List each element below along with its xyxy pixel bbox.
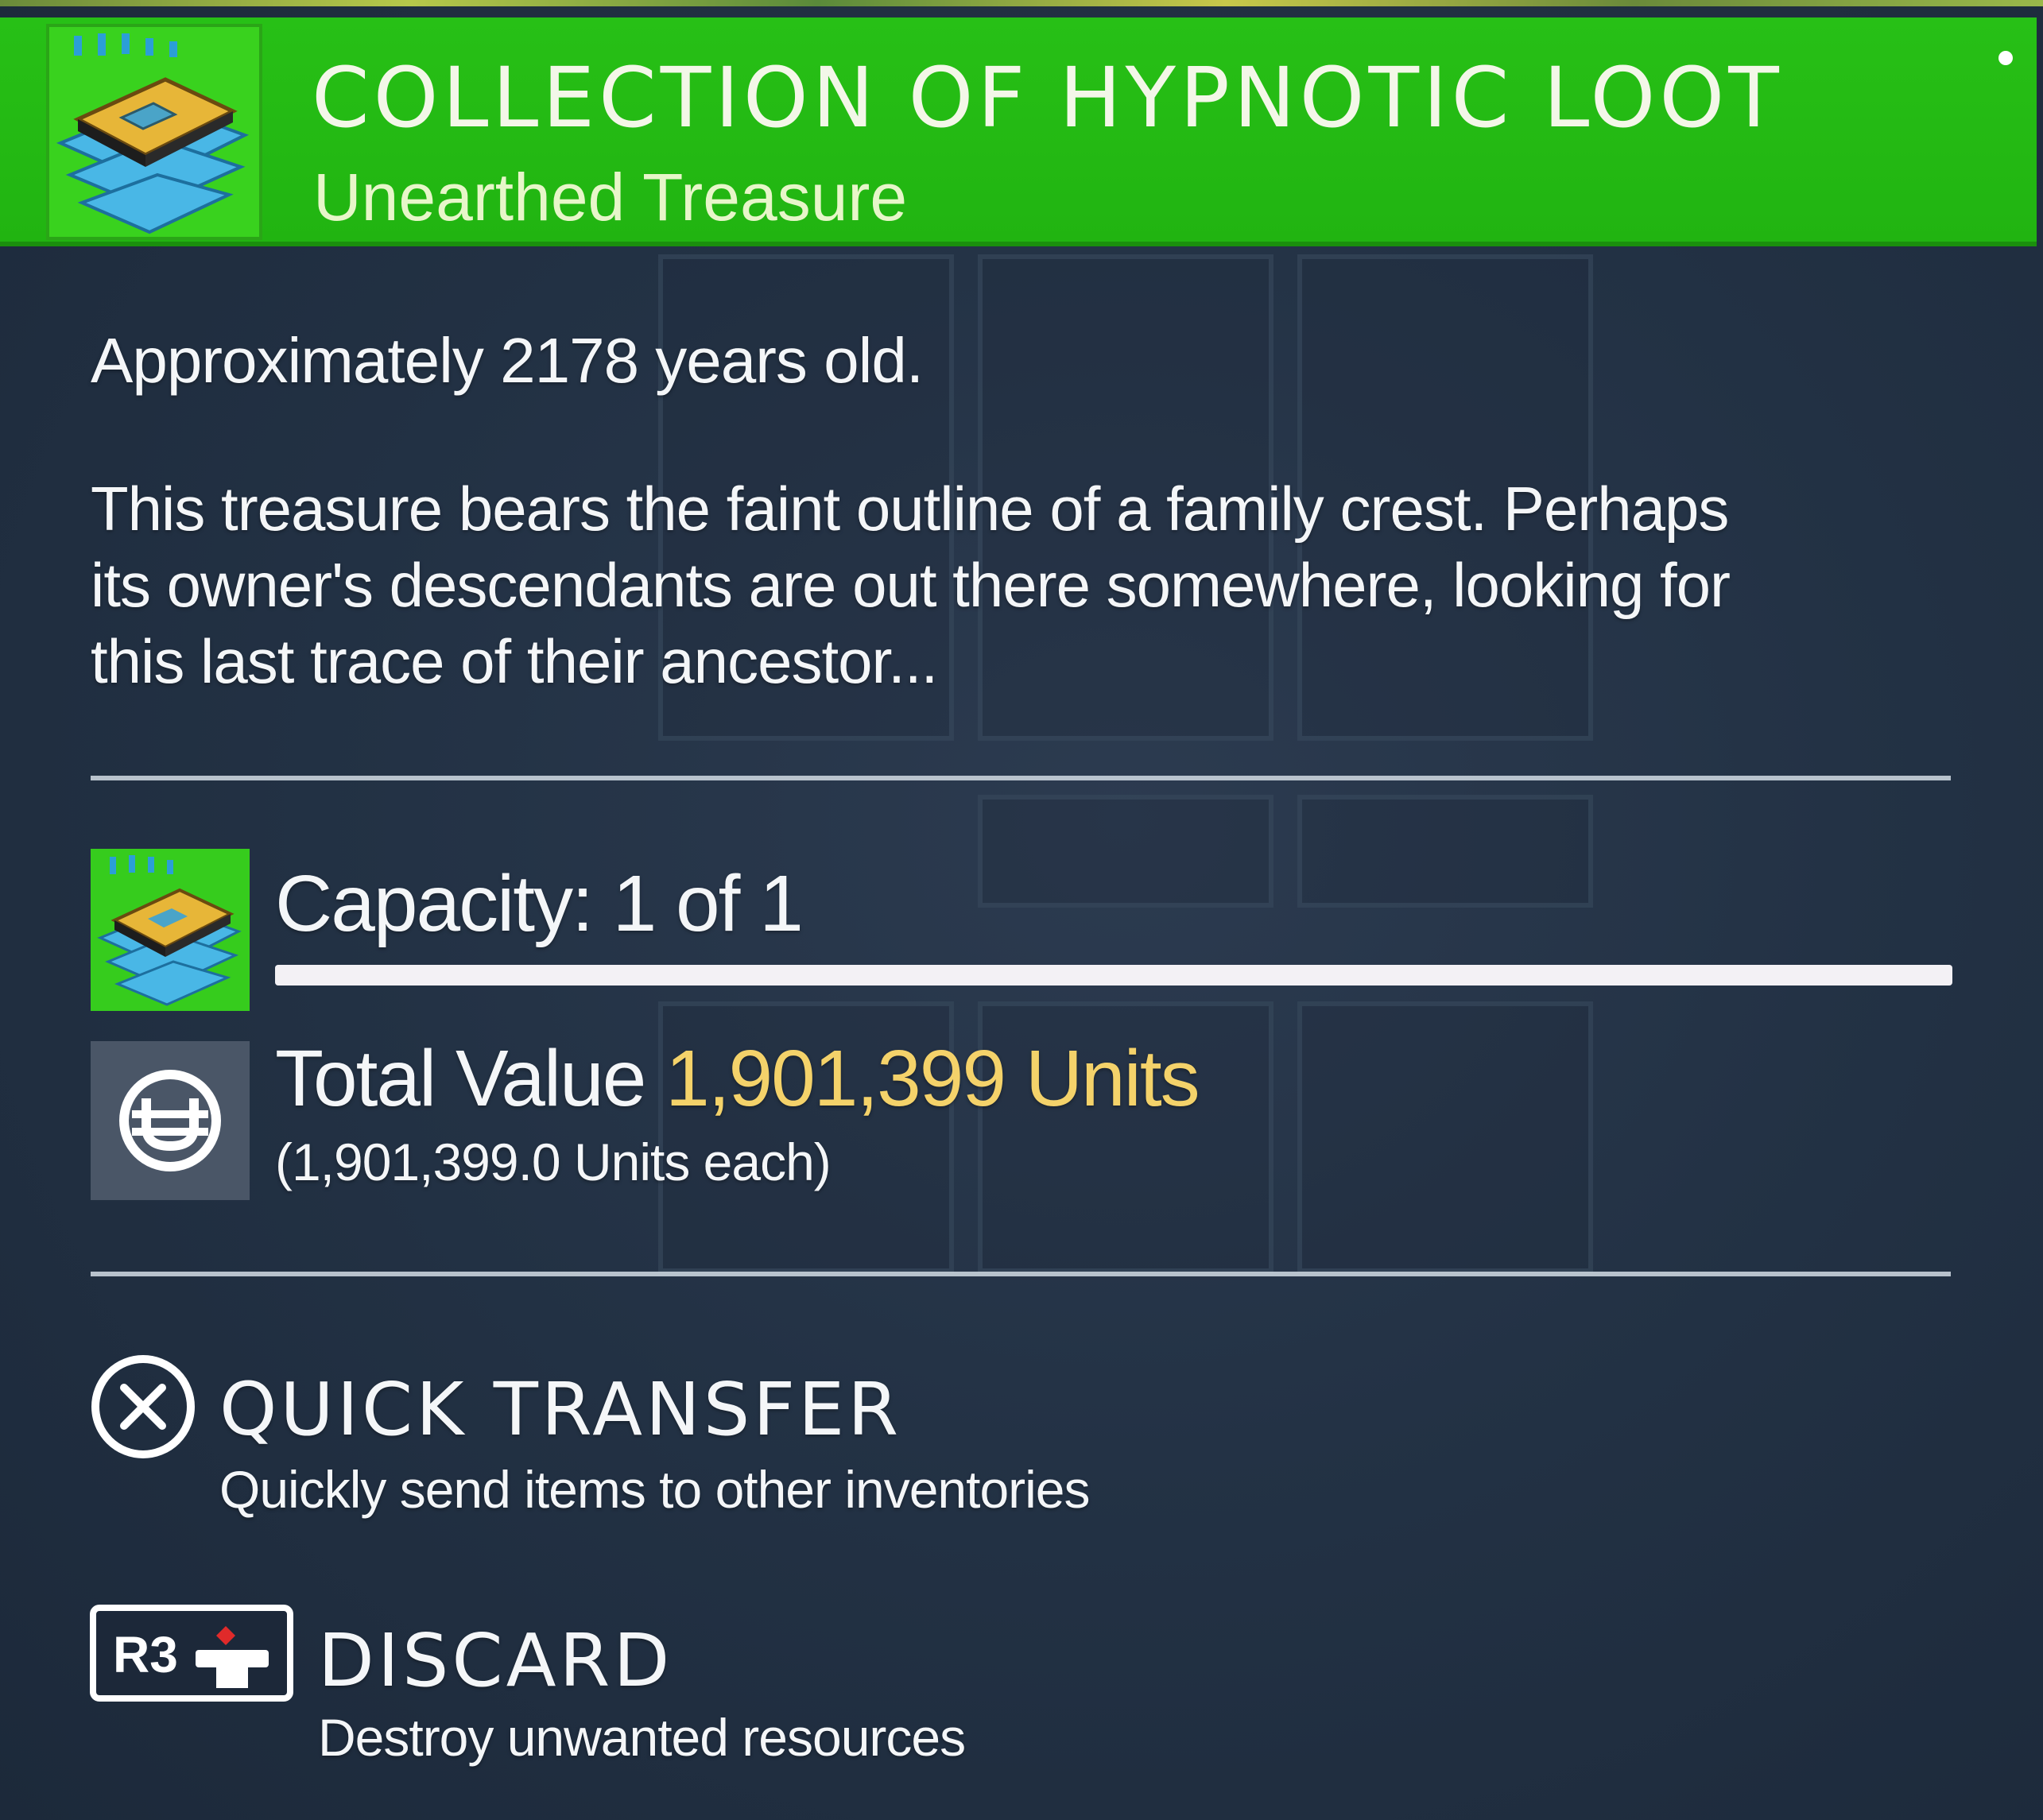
item-category: Unearthed Treasure: [313, 160, 908, 234]
discard-button[interactable]: DISCARD: [318, 1618, 673, 1703]
capacity-bar-fill: [275, 965, 1952, 986]
units-currency-icon: [91, 1041, 250, 1200]
item-age: Approximately 2178 years old.: [91, 325, 924, 396]
r3-button-icon[interactable]: R3: [89, 1604, 294, 1702]
r3-button-label: R3: [113, 1626, 178, 1683]
discard-description: Destroy unwanted resources: [318, 1708, 966, 1767]
capacity-bar: [275, 965, 1952, 986]
background-slot: [1297, 1001, 1593, 1273]
total-value-label: Total Value: [275, 1034, 646, 1123]
cross-button-icon[interactable]: [89, 1353, 197, 1461]
total-value-amount: 1,901,399 Units: [665, 1034, 1200, 1123]
item-detail-screen: COLLECTION OF HYPNOTIC LOOT Unearthed Tr…: [0, 0, 2043, 1820]
description-line: its owner's descendants are out there so…: [91, 550, 1731, 620]
top-edge-strip: [0, 0, 2043, 6]
unit-value-each: (1,901,399.0 Units each): [275, 1133, 832, 1191]
section-divider: [91, 776, 1951, 780]
item-header: COLLECTION OF HYPNOTIC LOOT Unearthed Tr…: [0, 17, 2037, 246]
description-line: This treasure bears the faint outline of…: [91, 474, 1729, 544]
capacity-label: Capacity: 1 of 1: [275, 859, 804, 948]
total-value: Total Value 1,901,399 Units: [275, 1033, 1200, 1125]
treasure-stack-icon: [91, 849, 250, 1011]
quick-transfer-description: Quickly send items to other inventories: [219, 1460, 1091, 1519]
item-name: COLLECTION OF HYPNOTIC LOOT: [312, 49, 1783, 146]
item-description: This treasure bears the faint outline of…: [91, 470, 1919, 699]
quick-transfer-button[interactable]: QUICK TRANSFER: [219, 1367, 901, 1452]
section-divider: [91, 1272, 1951, 1276]
header-indicator-dot: [1998, 51, 2013, 65]
treasure-stack-icon: [46, 24, 262, 240]
background-slot: [978, 795, 1273, 908]
background-slot: [1297, 795, 1593, 908]
description-line: this last trace of their ancestor...: [91, 626, 938, 696]
